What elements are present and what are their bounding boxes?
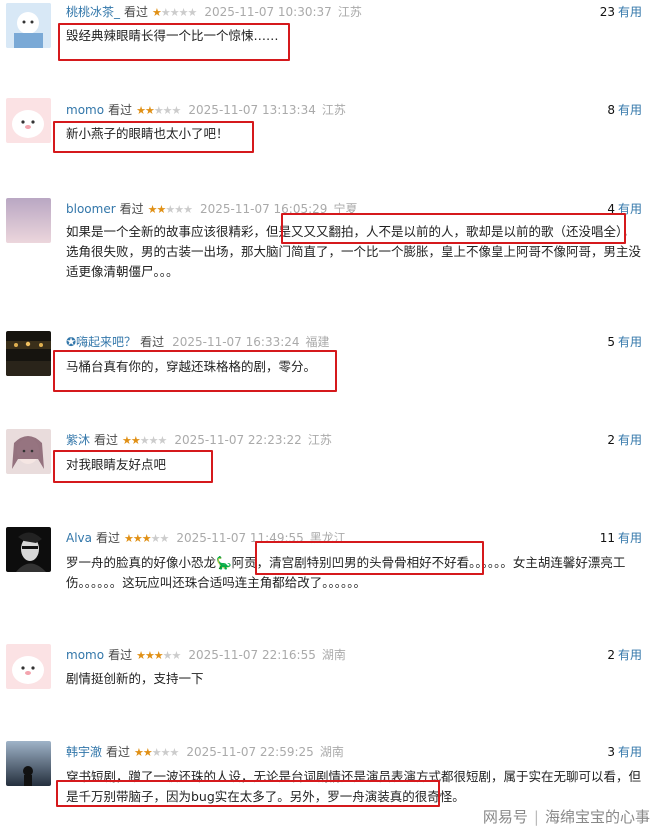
review-content: 剧情挺创新的，支持一下: [66, 671, 204, 686]
useful-counter[interactable]: 2 有用: [607, 647, 642, 663]
review-meta: momo 看过 ★★★★★ 2025-11-07 22:16:55 湖南: [66, 647, 346, 664]
avatar[interactable]: [6, 527, 51, 572]
star-rating: ★★★★★: [136, 649, 181, 662]
useful-count: 3: [607, 745, 615, 759]
highlight-box: [281, 213, 626, 244]
review-time: 2025-11-07 10:30:37: [204, 5, 332, 19]
highlight-box: [255, 541, 484, 575]
username-link[interactable]: 韩宇澈: [66, 745, 102, 759]
highlight-box: [56, 780, 440, 807]
watch-status: 看过: [108, 103, 133, 117]
avatar[interactable]: [6, 198, 51, 243]
avatar[interactable]: [6, 741, 51, 786]
review-location: 江苏: [337, 5, 362, 19]
review-location: 江苏: [321, 103, 346, 117]
useful-counter[interactable]: 5 有用: [607, 334, 642, 350]
star-rating: ★★★★★: [136, 104, 181, 117]
username-link[interactable]: Alva: [66, 531, 92, 545]
star-rating: ★★★★★: [147, 203, 193, 216]
useful-counter[interactable]: 23 有用: [600, 4, 642, 20]
watch-status: 看过: [106, 745, 131, 759]
useful-button[interactable]: 有用: [618, 335, 642, 349]
review-time: 2025-11-07 22:59:25: [186, 745, 314, 759]
username-link[interactable]: bloomer: [66, 202, 116, 216]
highlight-box: [53, 350, 337, 392]
useful-counter[interactable]: 8 有用: [607, 102, 642, 118]
useful-count: 11: [599, 531, 615, 545]
username-link[interactable]: momo: [66, 648, 104, 662]
useful-count: 8: [607, 103, 615, 117]
useful-count: 2: [607, 433, 615, 447]
review-meta: 紫沐 看过 ★★★★★ 2025-11-07 22:23:22 江苏: [66, 432, 332, 449]
star-rating: ★★★★★: [134, 746, 179, 759]
avatar[interactable]: [6, 98, 51, 143]
useful-button[interactable]: 有用: [618, 103, 642, 117]
watch-status: 看过: [96, 531, 121, 545]
watch-status: 看过: [108, 648, 133, 662]
review-location: 湖南: [319, 745, 344, 759]
watch-status: 看过: [119, 202, 144, 216]
review-time: 2025-11-07 22:23:22: [174, 433, 302, 447]
username-link[interactable]: 桃桃冰茶_: [66, 5, 120, 19]
separator: |: [533, 808, 539, 826]
watch-status: 看过: [94, 433, 119, 447]
username-link[interactable]: ✪嗨起来吧？: [66, 335, 136, 349]
author-label: 海绵宝宝的心事: [544, 808, 650, 826]
useful-counter[interactable]: 11 有用: [600, 530, 642, 546]
review-meta: 韩宇澈 看过 ★★★★★ 2025-11-07 22:59:25 湖南: [66, 744, 344, 761]
highlight-box: [58, 23, 290, 61]
username-link[interactable]: momo: [66, 103, 104, 117]
review-location: 湖南: [321, 648, 346, 662]
review-time: 2025-11-07 22:16:55: [188, 648, 316, 662]
username-link[interactable]: 紫沐: [66, 433, 90, 447]
highlight-box: [53, 450, 213, 483]
watermark: 网易号 | 海绵宝宝的心事: [483, 806, 650, 827]
useful-button[interactable]: 有用: [618, 531, 642, 545]
review-location: 福建: [305, 335, 330, 349]
review-location: 江苏: [307, 433, 332, 447]
highlight-box: [53, 121, 254, 153]
useful-count: 23: [599, 5, 615, 19]
useful-button[interactable]: 有用: [618, 5, 642, 19]
review-meta: momo 看过 ★★★★★ 2025-11-07 13:13:34 江苏: [66, 102, 346, 119]
avatar[interactable]: [6, 429, 51, 474]
avatar[interactable]: [6, 3, 51, 48]
star-rating: ★★★★★: [152, 6, 197, 19]
useful-button[interactable]: 有用: [618, 433, 642, 447]
useful-count: 5: [607, 335, 615, 349]
watch-status: 看过: [140, 335, 165, 349]
useful-count: 2: [607, 648, 615, 662]
review-meta: 桃桃冰茶_ 看过 ★★★★★ 2025-11-07 10:30:37 江苏: [66, 4, 362, 21]
star-rating: ★★★★★: [124, 532, 169, 545]
review-time: 2025-11-07 16:33:24: [172, 335, 300, 349]
star-rating: ★★★★★: [122, 434, 167, 447]
useful-counter[interactable]: 3 有用: [607, 744, 642, 760]
watch-status: 看过: [124, 5, 149, 19]
review-time: 2025-11-07 13:13:34: [188, 103, 316, 117]
useful-counter[interactable]: 2 有用: [607, 432, 642, 448]
useful-button[interactable]: 有用: [618, 648, 642, 662]
avatar[interactable]: [6, 644, 51, 689]
useful-button[interactable]: 有用: [618, 745, 642, 759]
brand-label: 网易号: [482, 808, 528, 826]
avatar[interactable]: [6, 331, 51, 376]
review-meta: ✪嗨起来吧？ 看过 2025-11-07 16:33:24 福建: [66, 334, 330, 350]
